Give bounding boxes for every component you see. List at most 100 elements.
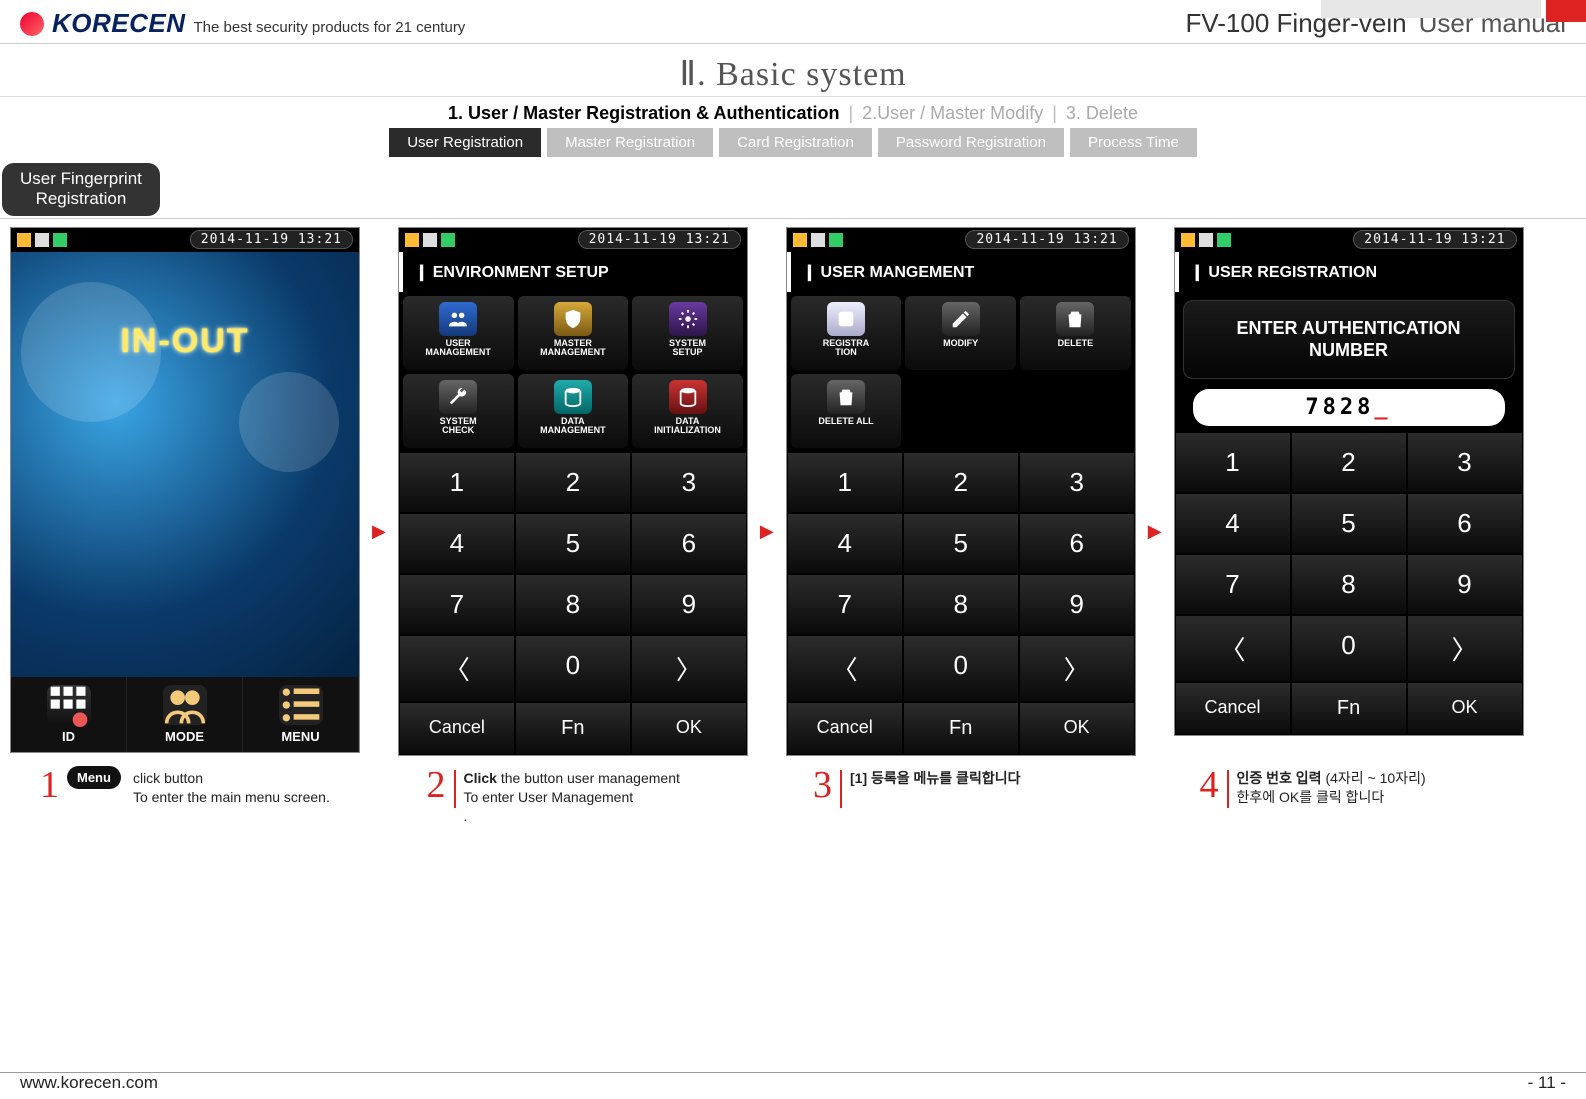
data-initialization-button[interactable]: DATA INITIALIZATION xyxy=(632,374,743,448)
user-management-button[interactable]: USER MANAGEMENT xyxy=(403,296,514,370)
tab-card-registration[interactable]: Card Registration xyxy=(719,128,872,157)
sep: | xyxy=(848,103,853,123)
master-management-button[interactable]: MASTER MANAGEMENT xyxy=(518,296,629,370)
step-2: 2 Click the button user management To en… xyxy=(427,766,794,826)
tab-user-registration[interactable]: User Registration xyxy=(389,128,541,157)
key-right[interactable]: 〉 xyxy=(631,635,747,702)
divider xyxy=(0,218,1586,219)
tab-master-registration[interactable]: Master Registration xyxy=(547,128,713,157)
key-5[interactable]: 5 xyxy=(1291,493,1407,554)
key-0[interactable]: 0 xyxy=(1291,615,1407,682)
key-2[interactable]: 2 xyxy=(1291,432,1407,493)
key-1[interactable]: 1 xyxy=(399,452,515,513)
delete-all-button[interactable]: DELETE ALL xyxy=(791,374,902,448)
footer-page: - 11 - xyxy=(1528,1073,1566,1093)
key-1[interactable]: 1 xyxy=(1175,432,1291,493)
status-square-icon xyxy=(1217,233,1231,247)
key-cancel[interactable]: Cancel xyxy=(399,702,515,755)
breadcrumb-item-3: 3. Delete xyxy=(1066,103,1138,123)
key-left[interactable]: 〈 xyxy=(787,635,903,702)
key-6[interactable]: 6 xyxy=(1407,493,1523,554)
key-4[interactable]: 4 xyxy=(399,513,515,574)
key-8[interactable]: 8 xyxy=(903,574,1019,635)
screen-3: 2014-11-19 13:21 ❙ USER MANGEMENT REGIST… xyxy=(786,227,1136,756)
registration-button[interactable]: REGISTRA TION xyxy=(791,296,902,370)
step-text: 인증 번호 입력 (4자리 ~ 10자리) 한후에 OK를 클릭 합니다 xyxy=(1237,766,1426,807)
screen-2: 2014-11-19 13:21 ❙ ENVIRONMENT SETUP USE… xyxy=(398,227,748,756)
status-icons xyxy=(17,233,67,247)
key-7[interactable]: 7 xyxy=(399,574,515,635)
key-6[interactable]: 6 xyxy=(631,513,747,574)
trash-all-icon xyxy=(827,380,865,414)
panel-header: ❙ USER REGISTRATION xyxy=(1175,252,1523,292)
key-ok[interactable]: OK xyxy=(631,702,747,755)
key-0[interactable]: 0 xyxy=(515,635,631,702)
key-cancel[interactable]: Cancel xyxy=(787,702,903,755)
delete-button[interactable]: DELETE xyxy=(1020,296,1131,370)
key-8[interactable]: 8 xyxy=(1291,554,1407,615)
screen-4: 2014-11-19 13:21 ❙ USER REGISTRATION ENT… xyxy=(1174,227,1524,736)
key-fn[interactable]: Fn xyxy=(1291,682,1407,735)
key-7[interactable]: 7 xyxy=(787,574,903,635)
section-label-wrap: User Fingerprint Registration xyxy=(0,163,1586,216)
icon-label: USER MANAGEMENT xyxy=(425,338,491,357)
icon-label: REGISTRA TION xyxy=(823,338,870,357)
key-3[interactable]: 3 xyxy=(1019,452,1135,513)
tab-password-registration[interactable]: Password Registration xyxy=(878,128,1064,157)
menu-badge: Menu xyxy=(67,766,121,789)
key-left[interactable]: 〈 xyxy=(1175,615,1291,682)
modify-button[interactable]: MODIFY xyxy=(905,296,1016,370)
panel-header-text: USER REGISTRATION xyxy=(1208,264,1377,281)
keypad: 1 2 3 4 5 6 7 8 9 〈 0 〉 Cancel Fn OK xyxy=(399,452,747,755)
system-check-button[interactable]: SYSTEM CHECK xyxy=(403,374,514,448)
step-line: To enter the main menu screen. xyxy=(133,789,330,805)
screen-1: 2014-11-19 13:21 IN-OUT ID MODE xyxy=(10,227,360,753)
key-cancel[interactable]: Cancel xyxy=(1175,682,1291,735)
key-9[interactable]: 9 xyxy=(1019,574,1135,635)
key-2[interactable]: 2 xyxy=(515,452,631,513)
key-9[interactable]: 9 xyxy=(631,574,747,635)
key-2[interactable]: 2 xyxy=(903,452,1019,513)
key-4[interactable]: 4 xyxy=(1175,493,1291,554)
key-5[interactable]: 5 xyxy=(903,513,1019,574)
step-line: To enter User Management xyxy=(464,789,634,805)
key-0[interactable]: 0 xyxy=(903,635,1019,702)
bell-icon xyxy=(793,233,807,247)
key-ok[interactable]: OK xyxy=(1407,682,1523,735)
key-right[interactable]: 〉 xyxy=(1407,615,1523,682)
bell-icon xyxy=(405,233,419,247)
key-1[interactable]: 1 xyxy=(787,452,903,513)
status-square-icon xyxy=(53,233,67,247)
step-bar xyxy=(1227,770,1229,808)
step-4: 4 인증 번호 입력 (4자리 ~ 10자리) 한후에 OK를 클릭 합니다 xyxy=(1200,766,1567,826)
keypad-icon xyxy=(47,685,91,725)
key-5[interactable]: 5 xyxy=(515,513,631,574)
system-setup-button[interactable]: SYSTEM SETUP xyxy=(632,296,743,370)
step-line: . xyxy=(464,808,468,824)
menu-button[interactable]: MENU xyxy=(243,677,359,752)
step-num: 4 xyxy=(1200,766,1219,804)
env-setup-grid: USER MANAGEMENT MASTER MANAGEMENT SYSTEM… xyxy=(399,292,747,452)
key-8[interactable]: 8 xyxy=(515,574,631,635)
key-6[interactable]: 6 xyxy=(1019,513,1135,574)
id-button[interactable]: ID xyxy=(11,677,127,752)
key-7[interactable]: 7 xyxy=(1175,554,1291,615)
key-ok[interactable]: OK xyxy=(1019,702,1135,755)
menu-icon xyxy=(279,685,323,725)
mode-button[interactable]: MODE xyxy=(127,677,243,752)
data-management-button[interactable]: DATA MANAGEMENT xyxy=(518,374,629,448)
key-4[interactable]: 4 xyxy=(787,513,903,574)
auth-number-input[interactable]: 7828_ xyxy=(1193,389,1505,426)
key-fn[interactable]: Fn xyxy=(903,702,1019,755)
steps-row: 1 Menu click button To enter the main me… xyxy=(0,756,1586,826)
key-right[interactable]: 〉 xyxy=(1019,635,1135,702)
key-3[interactable]: 3 xyxy=(1407,432,1523,493)
key-9[interactable]: 9 xyxy=(1407,554,1523,615)
key-fn[interactable]: Fn xyxy=(515,702,631,755)
key-3[interactable]: 3 xyxy=(631,452,747,513)
key-left[interactable]: 〈 xyxy=(399,635,515,702)
step-text: Click the button user management To ente… xyxy=(464,766,680,826)
hand-icon xyxy=(811,233,825,247)
tab-process-time[interactable]: Process Time xyxy=(1070,128,1197,157)
logo-text: KORECEN xyxy=(52,8,186,39)
